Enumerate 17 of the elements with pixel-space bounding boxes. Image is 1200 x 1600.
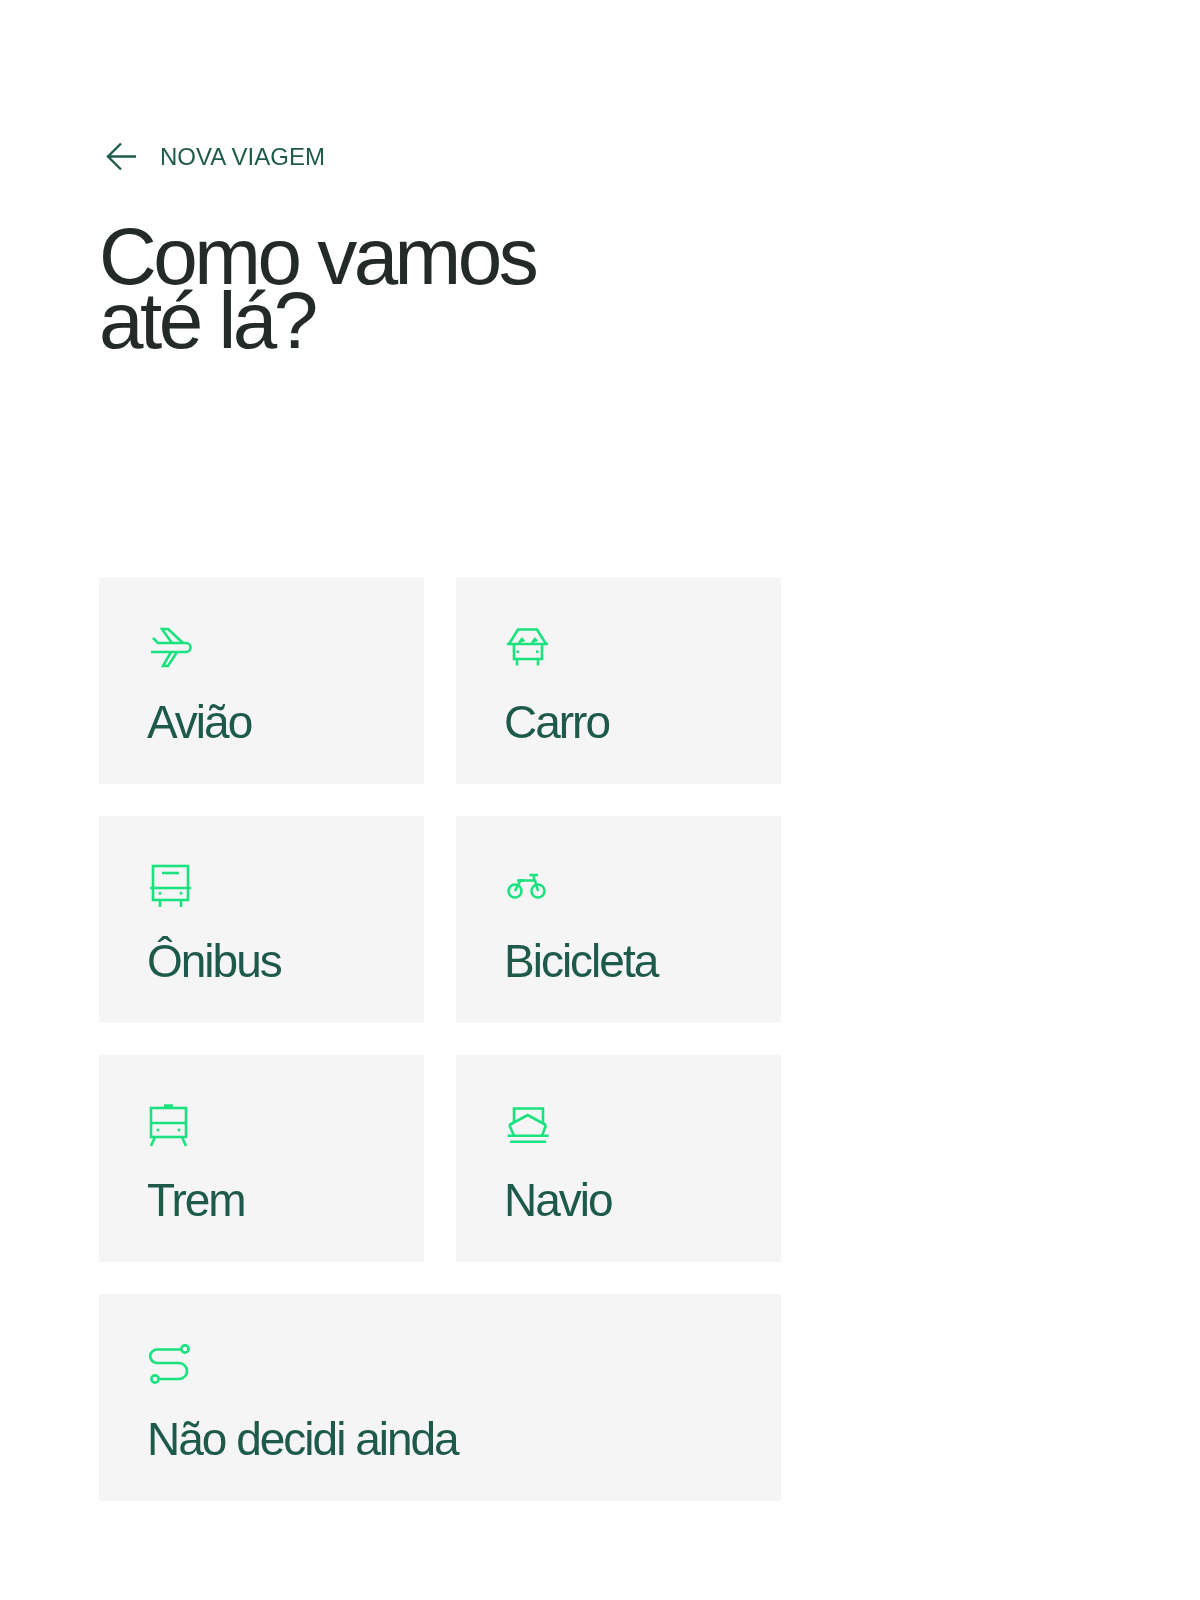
page-title: Como vamos até lá? <box>99 225 537 353</box>
transport-option[interactable]: Carro <box>456 577 781 784</box>
car-icon <box>506 627 549 667</box>
transport-option[interactable]: Não decidi ainda <box>99 1294 781 1501</box>
transport-option[interactable]: Avião <box>99 577 424 784</box>
bicycle-icon <box>506 872 547 900</box>
back-button[interactable]: NOVA VIAGEM <box>106 142 325 171</box>
transport-option[interactable]: Navio <box>456 1055 781 1262</box>
transport-option[interactable]: Trem <box>99 1055 424 1262</box>
route-icon <box>149 1344 190 1384</box>
transport-option[interactable]: Bicicleta <box>456 816 781 1023</box>
airplane-icon <box>149 625 192 669</box>
train-icon <box>149 1103 188 1147</box>
arrow-left-icon <box>106 142 137 171</box>
transport-option[interactable]: Ônibus <box>99 816 424 1023</box>
bus-icon <box>149 864 192 908</box>
ship-icon <box>506 1107 550 1143</box>
